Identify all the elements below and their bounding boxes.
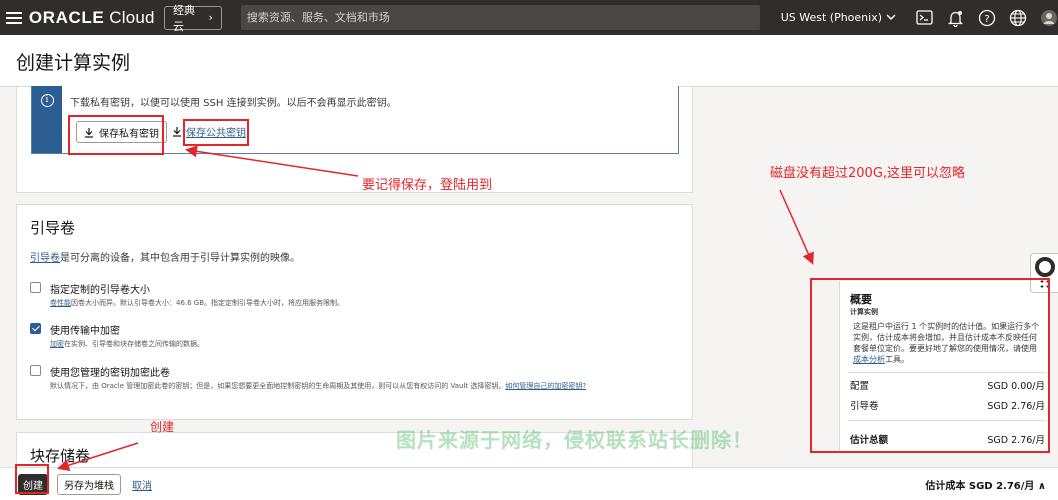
save-private-key-button[interactable]: 保存私有密钥 bbox=[76, 121, 167, 143]
info-bar: i bbox=[32, 86, 62, 153]
in-transit-encryption-checkbox[interactable] bbox=[30, 323, 41, 334]
summary-title: 概要 bbox=[850, 293, 872, 306]
page-title: 创建计算实例 bbox=[16, 52, 131, 74]
annotation-create-note: 创建 bbox=[150, 420, 175, 434]
option-label: 指定定制的引导卷大小 bbox=[50, 285, 150, 296]
avatar[interactable] bbox=[1039, 8, 1058, 27]
ssh-key-info-text: 下载私有密钥，以便可以使用 SSH 连接到实例。以后不会再显示此密钥。 bbox=[70, 98, 397, 109]
bottom-action-bar: 创建 另存为堆栈 取消 估计成本 SGD 2.76/月 ∧ bbox=[0, 467, 1058, 500]
summary-subtitle: 计算实例 bbox=[850, 308, 878, 316]
annotation-save-note: 要记得保存，登陆用到 bbox=[362, 178, 493, 193]
chevron-right-icon: › bbox=[208, 11, 213, 24]
summary-row-boot-volume: 引导卷 SGD 2.76/月 bbox=[850, 398, 1045, 412]
row-label: 配置 bbox=[850, 381, 870, 392]
cancel-link[interactable]: 取消 bbox=[132, 477, 152, 492]
menu-icon[interactable] bbox=[0, 0, 29, 35]
summary-total: 估计总额 SGD 2.76/月 bbox=[850, 432, 1045, 446]
logo-product: Cloud bbox=[109, 7, 155, 27]
lifebuoy-icon[interactable] bbox=[1034, 257, 1055, 277]
globe-icon[interactable] bbox=[1008, 8, 1027, 27]
annotation-disk-note: 磁盘没有超过200G,这里可以忽略 bbox=[770, 166, 966, 181]
option-help: 默认情况下，由 Oracle 管理加密此卷的密钥；但是，如果您想要更全面地控制密… bbox=[50, 382, 587, 390]
logo-brand: ORACLE bbox=[28, 7, 105, 27]
ssh-key-info-box: i 下载私有密钥，以便可以使用 SSH 连接到实例。以后不会再显示此密钥。 保存… bbox=[31, 86, 679, 154]
divider bbox=[848, 420, 1046, 421]
boot-volume-doc-link[interactable]: 引导卷 bbox=[30, 253, 60, 264]
row-value: SGD 0.00/月 bbox=[987, 381, 1045, 392]
download-icon bbox=[173, 127, 181, 137]
cloud-shell-icon[interactable] bbox=[915, 8, 934, 27]
row-label: 引导卷 bbox=[850, 401, 879, 412]
save-public-key-label[interactable]: 保存公共密钥 bbox=[186, 124, 246, 139]
chevron-down-icon bbox=[886, 14, 896, 21]
customer-managed-key-checkbox[interactable] bbox=[30, 365, 41, 376]
option-label: 使用传输中加密 bbox=[50, 326, 120, 337]
option-help: 加密在实例、引导卷和块存储卷之间传输的数据。 bbox=[50, 340, 204, 348]
download-icon bbox=[85, 127, 93, 138]
save-as-stack-button[interactable]: 另存为堆栈 bbox=[57, 474, 121, 495]
ssh-keys-section: i 下载私有密钥，以便可以使用 SSH 连接到实例。以后不会再显示此密钥。 保存… bbox=[16, 86, 693, 193]
oracle-cloud-logo[interactable]: ORACLE Cloud bbox=[29, 8, 160, 28]
search-bar[interactable] bbox=[240, 5, 760, 30]
search-input[interactable] bbox=[246, 11, 760, 24]
page-header: 创建计算实例 bbox=[0, 35, 1058, 87]
summary-row-shape: 配置 SGD 0.00/月 bbox=[850, 378, 1045, 392]
region-label: US West (Phoenix) bbox=[780, 11, 882, 24]
total-label: 估计总额 bbox=[850, 435, 889, 446]
volume-performance-link[interactable]: 卷性能 bbox=[50, 299, 71, 307]
svg-text:?: ? bbox=[984, 14, 989, 25]
block-volumes-title: 块存储卷 bbox=[30, 447, 91, 465]
summary-description: 这是租户中运行 1 个实例时的估计值。如果运行多个实例，估计成本将会增加，并且估… bbox=[853, 322, 1040, 364]
save-public-key-link[interactable]: 保存公共密钥 bbox=[172, 124, 246, 139]
drag-handle-icon[interactable] bbox=[1038, 279, 1051, 289]
info-icon: i bbox=[40, 94, 54, 107]
encryption-link[interactable]: 加密 bbox=[50, 340, 64, 348]
help-widget[interactable] bbox=[1030, 253, 1058, 293]
top-navigation-bar: ORACLE Cloud 经典云 › US West (Phoenix) ? bbox=[0, 0, 1058, 35]
boot-volume-description: 引导卷是可分离的设备，其中包含用于引导计算实例的映像。 bbox=[30, 253, 300, 264]
boot-volume-title: 引导卷 bbox=[30, 219, 76, 237]
estimated-cost-toggle[interactable]: 估计成本 SGD 2.76/月 ∧ bbox=[925, 477, 1046, 492]
row-value: SGD 2.76/月 bbox=[987, 401, 1045, 412]
estimated-cost-text: 估计成本 SGD 2.76/月 bbox=[925, 481, 1035, 492]
option-help: 卷性能因卷大小而异。默认引导卷大小：46.6 GB。指定定制引导卷大小时，将应用… bbox=[50, 299, 345, 307]
custom-boot-volume-size-checkbox[interactable] bbox=[30, 282, 41, 293]
total-value: SGD 2.76/月 bbox=[987, 435, 1045, 446]
divider bbox=[848, 372, 1046, 373]
boot-volume-section: 引导卷 引导卷是可分离的设备，其中包含用于引导计算实例的映像。 指定定制的引导卷… bbox=[16, 204, 693, 420]
chevron-up-icon: ∧ bbox=[1037, 481, 1046, 492]
cost-analysis-link[interactable]: 成本分析 bbox=[853, 355, 885, 364]
create-button[interactable]: 创建 bbox=[18, 474, 48, 495]
bell-icon[interactable] bbox=[946, 8, 965, 27]
cost-summary-panel: 概要 计算实例 这是租户中运行 1 个实例时的估计值。如果运行多个实例，估计成本… bbox=[839, 281, 1049, 451]
help-icon[interactable]: ? bbox=[977, 8, 996, 27]
manage-keys-link[interactable]: 如何管理自己的加密密钥? bbox=[505, 382, 586, 390]
save-private-key-label: 保存私有密钥 bbox=[99, 128, 159, 140]
classic-cloud-label: 经典云 bbox=[173, 3, 196, 33]
classic-cloud-button[interactable]: 经典云 › bbox=[164, 4, 222, 33]
watermark-text: 图片来源于网络，侵权联系站长删除！ bbox=[396, 428, 753, 452]
option-label: 使用您管理的密钥加密此卷 bbox=[50, 368, 170, 379]
region-selector[interactable]: US West (Phoenix) bbox=[781, 11, 896, 24]
